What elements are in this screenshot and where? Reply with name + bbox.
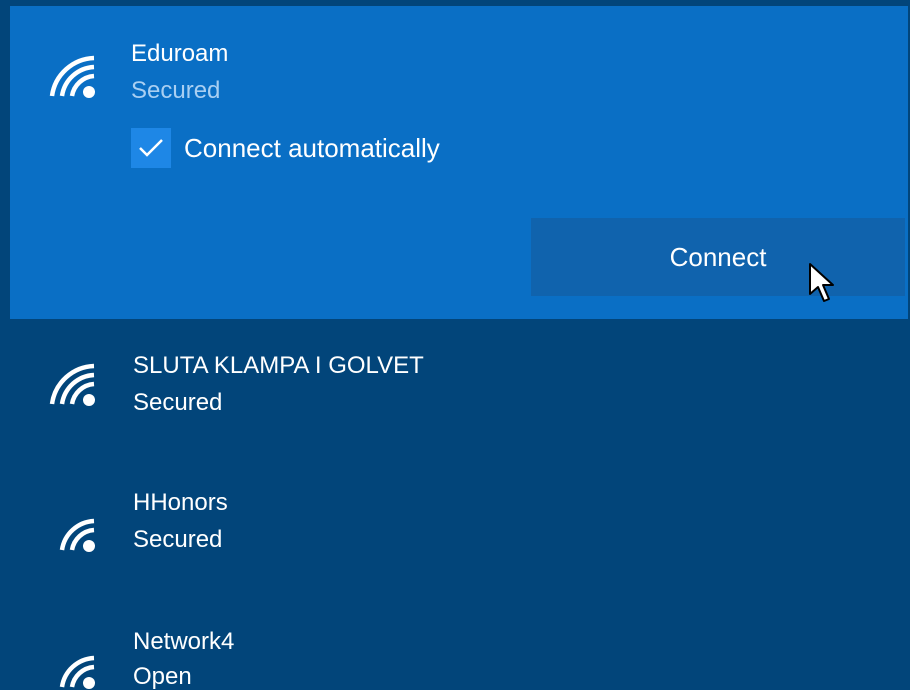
network-name: Network4 [133, 628, 235, 655]
network-status: Secured [131, 77, 221, 104]
mouse-cursor-icon [809, 263, 834, 302]
connect-automatically-label: Connect automatically [184, 133, 440, 163]
wifi-icon [59, 655, 95, 689]
network-status: Open [133, 663, 192, 690]
wifi-icon [49, 363, 95, 406]
network-name: Eduroam [131, 40, 229, 67]
connect-button[interactable]: Connect [531, 218, 905, 296]
wifi-icon [49, 55, 95, 98]
checkmark-icon [139, 139, 163, 157]
connect-automatically-checkbox[interactable] [131, 128, 171, 168]
network-status: Secured [133, 389, 223, 416]
network-name: SLUTA KLAMPA I GOLVET [133, 352, 424, 379]
wifi-network-list: Eduroam Secured Connect automatically Co… [0, 0, 910, 690]
network-name: HHonors [133, 489, 228, 516]
wifi-icon [59, 518, 95, 552]
network-status: Secured [133, 526, 223, 553]
network-item-eduroam[interactable]: Eduroam Secured Connect automatically Co… [10, 6, 908, 319]
